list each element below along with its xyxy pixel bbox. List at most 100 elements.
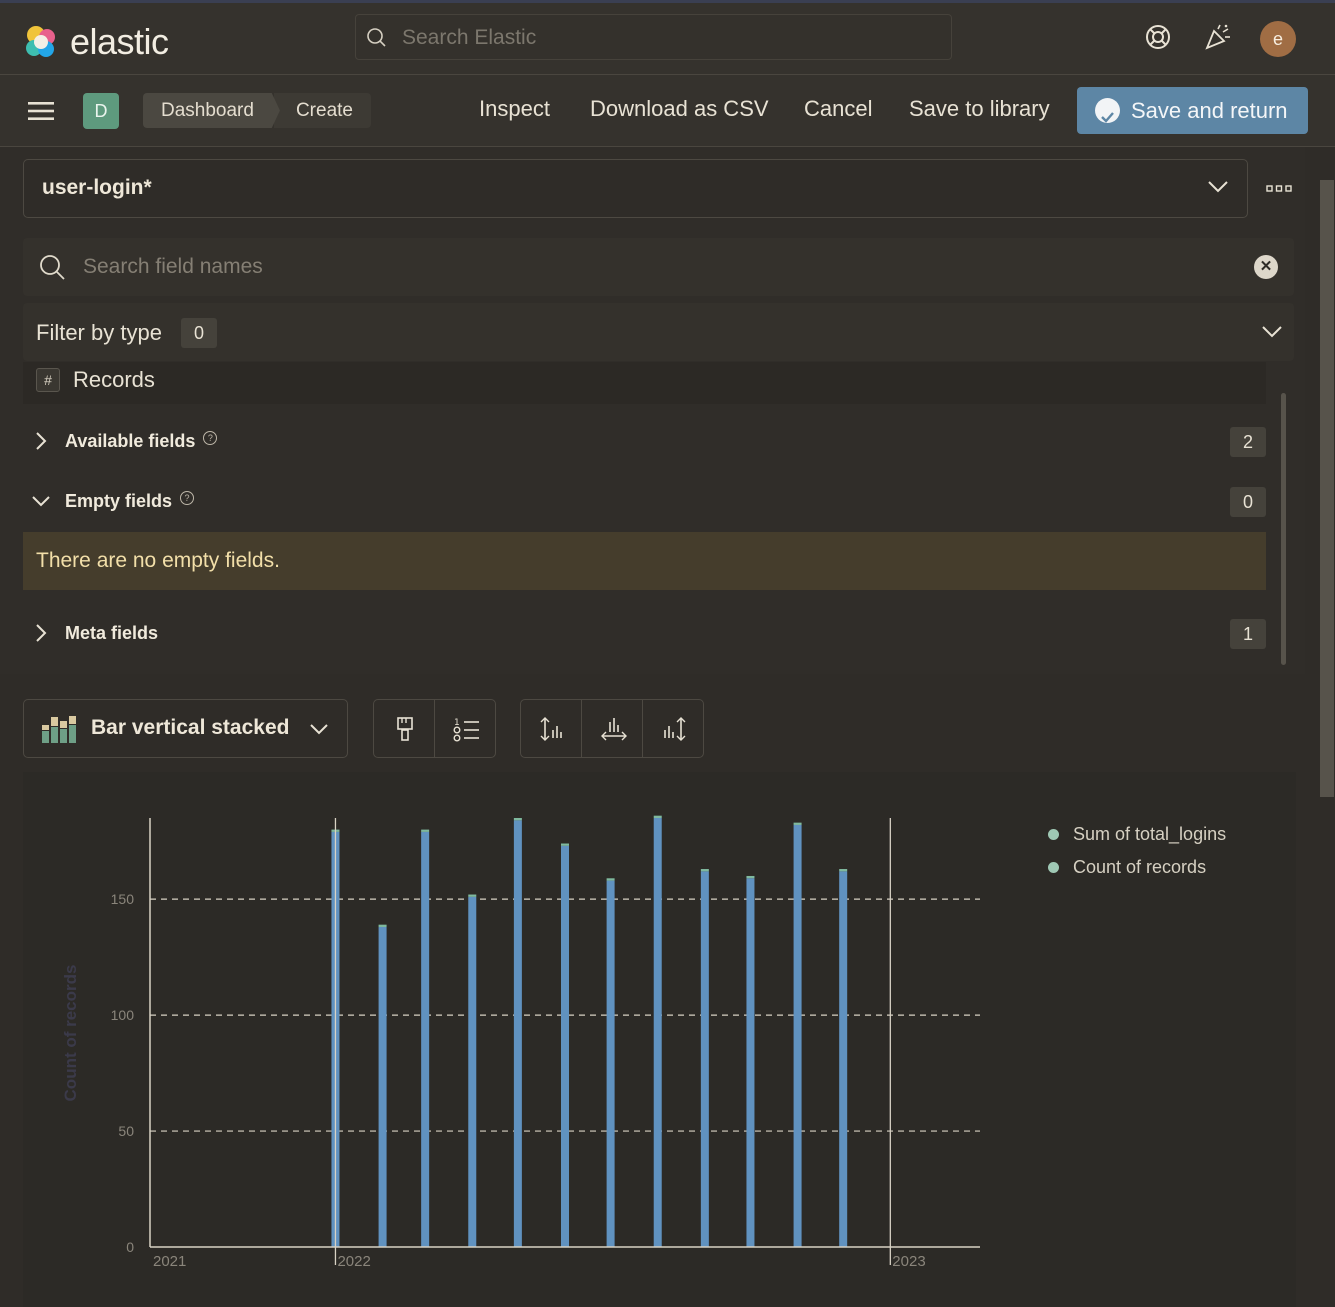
- svg-text:1: 1: [454, 718, 460, 728]
- available-fields-count: 2: [1230, 427, 1266, 457]
- visual-options-button[interactable]: [374, 700, 435, 757]
- download-csv-button[interactable]: Download as CSV: [590, 96, 769, 122]
- available-fields-label: Available fields: [65, 431, 196, 451]
- chart-bar: [606, 878, 615, 881]
- chevron-down-icon: [310, 724, 328, 735]
- records-label: Records: [73, 367, 155, 392]
- right-axis-button[interactable]: [643, 700, 703, 757]
- app-toolbar: D Dashboard Create Inspect Download as C…: [0, 75, 1335, 147]
- space-badge[interactable]: D: [83, 93, 119, 129]
- news-feed-icon[interactable]: [1204, 23, 1232, 51]
- y-axis-title: Count of records: [61, 965, 80, 1102]
- chevron-right-icon: [36, 624, 47, 642]
- legend-dot-icon: [1048, 829, 1059, 840]
- legend-item[interactable]: Sum of total_logins: [1048, 818, 1226, 851]
- page-scrollbar[interactable]: [1320, 180, 1334, 797]
- chart-type-label: Bar vertical stacked: [91, 716, 290, 739]
- empty-fields-callout: There are no empty fields.: [23, 532, 1266, 590]
- breadcrumb-create: Create: [273, 93, 371, 128]
- chart-bar: [513, 820, 522, 1247]
- check-icon: [1095, 98, 1120, 123]
- chart-bar: [561, 845, 569, 1247]
- save-and-return-label: Save and return: [1131, 98, 1288, 123]
- appearance-button-group: 1: [373, 699, 496, 758]
- inspect-button[interactable]: Inspect: [479, 96, 550, 122]
- question-icon[interactable]: ?: [203, 431, 218, 445]
- search-icon: [367, 28, 386, 47]
- chart-bar: [839, 869, 848, 872]
- available-fields-section[interactable]: Available fields? 2: [23, 421, 1266, 461]
- chart-bar: [561, 843, 569, 846]
- x-tick-label: 2022: [337, 1253, 370, 1270]
- chart-legend: Sum of total_logins Count of records: [1048, 818, 1226, 884]
- more-options-icon[interactable]: [1266, 184, 1292, 194]
- y-tick-label: 100: [111, 1007, 135, 1023]
- bottom-axis-icon: [601, 718, 627, 741]
- bar-chart: Count of records 0 50 100 150 2021 2022 2023: [61, 815, 980, 1270]
- y-tick-label: 150: [111, 891, 135, 907]
- logo-text: elastic: [70, 21, 169, 62]
- empty-fields-section[interactable]: Empty fields? 0: [23, 481, 1266, 521]
- filter-by-type-label: Filter by type: [36, 320, 162, 345]
- meta-fields-section[interactable]: Meta fields 1: [23, 613, 1266, 653]
- save-to-library-button[interactable]: Save to library: [909, 96, 1050, 122]
- chart-bar: [378, 924, 387, 927]
- global-header: elastic Search Elastic e: [0, 3, 1335, 75]
- chart-bar: [468, 894, 477, 897]
- chevron-down-icon: [32, 496, 50, 507]
- filter-count-badge: 0: [181, 318, 217, 348]
- bar-stacked-icon: [42, 716, 76, 743]
- y-tick-label: 50: [118, 1123, 134, 1139]
- data-panel: [0, 147, 1305, 674]
- breadcrumb-dashboard[interactable]: Dashboard: [143, 93, 280, 128]
- chart-bar: [421, 831, 430, 1247]
- x-tick-label: 2023: [892, 1253, 925, 1270]
- help-icon[interactable]: [1144, 23, 1172, 51]
- filter-by-type-button[interactable]: Filter by type 0: [23, 303, 1294, 361]
- legend-label: Count of records: [1073, 857, 1207, 877]
- chart-bars: [331, 815, 848, 1247]
- legend-options-button[interactable]: 1: [435, 700, 495, 757]
- question-icon[interactable]: ?: [180, 491, 195, 505]
- chart-bar: [793, 822, 802, 825]
- chart-bar: [653, 818, 662, 1247]
- hamburger-menu-icon[interactable]: [28, 101, 54, 121]
- left-axis-button[interactable]: [521, 700, 582, 757]
- chevron-down-icon: [1208, 181, 1228, 193]
- chevron-right-icon: [36, 432, 47, 450]
- chart-bar: [839, 871, 848, 1247]
- right-axis-icon: [664, 717, 686, 741]
- number-type-icon: #: [36, 368, 60, 392]
- meta-fields-label: Meta fields: [65, 623, 159, 643]
- field-search-input[interactable]: Search field names ✕: [23, 238, 1294, 296]
- search-placeholder: Search Elastic: [402, 26, 537, 49]
- global-search-input[interactable]: Search Elastic: [355, 14, 952, 60]
- legend-label: Sum of total_logins: [1073, 824, 1227, 844]
- chart-bar: [468, 896, 477, 1247]
- field-list-scrollbar[interactable]: [1281, 393, 1286, 665]
- elastic-logo-icon: [26, 26, 55, 57]
- chart-bar: [606, 880, 615, 1247]
- legend-dot-icon: [1048, 862, 1059, 873]
- records-field-item[interactable]: # Records: [23, 362, 1266, 404]
- chart-bar: [793, 824, 802, 1247]
- breadcrumb: Dashboard Create: [143, 93, 371, 128]
- bottom-axis-button[interactable]: [582, 700, 643, 757]
- y-tick-label: 0: [126, 1239, 134, 1255]
- chart-bar: [421, 829, 430, 832]
- axis-button-group: [520, 699, 704, 758]
- empty-fields-count: 0: [1230, 487, 1266, 517]
- save-and-return-button[interactable]: Save and return: [1077, 87, 1308, 134]
- meta-fields-count: 1: [1230, 619, 1266, 649]
- clear-search-icon[interactable]: ✕: [1254, 255, 1278, 279]
- search-icon: [40, 255, 65, 280]
- data-view-picker[interactable]: user-login*: [23, 159, 1248, 218]
- chevron-down-icon: [1262, 326, 1282, 338]
- chart-type-picker[interactable]: Bar vertical stacked: [23, 699, 348, 758]
- user-avatar[interactable]: e: [1260, 21, 1296, 57]
- chart-bar: [746, 875, 755, 879]
- cancel-button[interactable]: Cancel: [804, 96, 872, 122]
- legend-item[interactable]: Count of records: [1048, 851, 1226, 884]
- chart-bar: [513, 818, 522, 821]
- elastic-logo[interactable]: elastic: [22, 21, 169, 63]
